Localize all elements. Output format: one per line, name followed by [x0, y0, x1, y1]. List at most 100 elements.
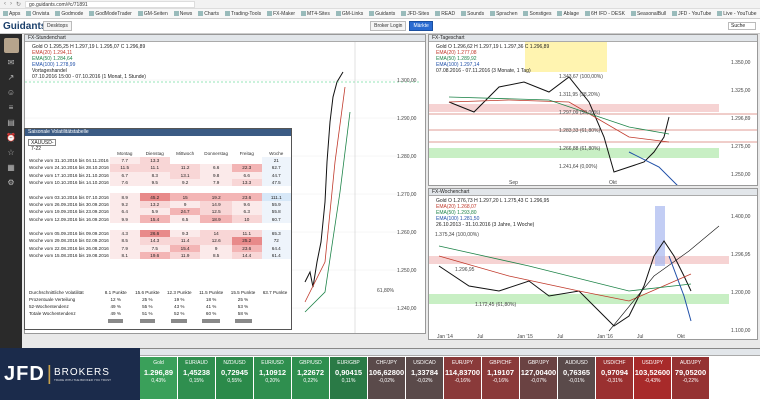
bookmark-item[interactable]: GodModeTrader	[89, 11, 132, 17]
users-icon[interactable]: ☺	[7, 88, 15, 98]
volatility-table-window[interactable]: Saisonale Volatilitätstabelle XAUUSD-7-2…	[24, 128, 292, 330]
stats-cell: 11.5 Punkte	[199, 290, 224, 295]
heatmap-tile[interactable]: USD/JPY 103,52600 -0,43%	[634, 357, 671, 399]
bookmark-item[interactable]: JFD-Sites	[401, 11, 429, 17]
forward-icon[interactable]: ›	[10, 1, 12, 7]
bookmark-item[interactable]: Live - YouTube	[717, 11, 756, 17]
folder-icon	[369, 11, 375, 16]
heatmap-tile[interactable]: EUR/AUD 1,45238 0,15%	[178, 357, 215, 399]
bookmark-item[interactable]: Ablage	[557, 11, 579, 17]
tendency-bar	[108, 318, 124, 323]
folder-icon	[557, 11, 563, 16]
chart-icon[interactable]: ↗	[8, 73, 15, 83]
table-cell: 15.4	[139, 215, 170, 223]
bookmark-item[interactable]: Sounds	[461, 11, 484, 17]
bookmark-item[interactable]: Sprachen	[490, 11, 517, 17]
table-cell: 12.5	[200, 208, 232, 216]
list-icon[interactable]: ≡	[9, 103, 14, 113]
folder-icon	[630, 11, 636, 16]
folder-icon	[335, 11, 341, 16]
heatmap-tile[interactable]: USD/CAD 1,33784 -0,02%	[406, 357, 443, 399]
star-icon[interactable]: ☆	[7, 148, 14, 158]
stats-cell: 8.1 Punkte	[104, 290, 127, 295]
bookmark-item[interactable]: Onvista	[26, 11, 49, 17]
bookmark-item[interactable]: Charts	[198, 11, 219, 17]
table-cell: 12.6	[200, 237, 232, 245]
heatmap-tile[interactable]: USD/CHF 0,97094 -0,31%	[596, 357, 633, 399]
tile-price: 106,62800	[368, 368, 405, 377]
heatmap-tile[interactable]: AUD/JPY 79,05200 -0,22%	[672, 357, 709, 399]
bookmark-label: Charts	[204, 10, 219, 17]
tile-price: 1,45238	[182, 368, 211, 377]
daily-chart-panel[interactable]: FX-Tageschart 1.350,00 1.325,00 1.296,89 1.…	[428, 34, 758, 186]
tile-change: -0,02%	[378, 378, 395, 384]
fib-label: 1.241,64 (0,00%)	[559, 164, 598, 170]
heatmap-tile[interactable]: CHF/JPY 106,62800 -0,02%	[368, 357, 405, 399]
folder-icon	[523, 11, 529, 16]
bookmark-item[interactable]: News	[173, 11, 192, 17]
back-icon[interactable]: ‹	[4, 1, 6, 7]
bookmark-label: Guidants	[375, 10, 396, 17]
stats-label: Durchschnittliche Volatilität	[29, 290, 84, 295]
alarm-icon[interactable]: ⏰	[6, 133, 16, 143]
news-icon[interactable]: ▤	[7, 118, 15, 128]
stats-label: 52-Wochentendenz	[29, 304, 69, 309]
heatmap-tile[interactable]: GBP/USD 1,22672 0,22%	[292, 357, 329, 399]
legend-line: 07.10.2016 15:00 - 07.10.2016 (1 Monat, …	[32, 74, 146, 80]
desktops-button[interactable]: Desktops	[43, 21, 72, 31]
heatmap-tile[interactable]: GBP/CHF 1,19107 -0,16%	[482, 357, 519, 399]
folder-icon	[401, 11, 407, 16]
guidants-logo[interactable]: Guidants	[0, 21, 46, 32]
broker-login-button[interactable]: Broker Login	[370, 21, 407, 31]
table-cell: 9.3	[169, 229, 201, 238]
bookmark-item[interactable]: GM-Seiten	[137, 11, 168, 17]
chat-icon[interactable]: ✉	[8, 58, 15, 68]
table-cell: 11.5	[109, 164, 140, 172]
bookmark-item[interactable]: Trading-Tools	[224, 11, 261, 17]
fib-label: 1.375,34 (100,00%)	[435, 232, 479, 238]
avatar[interactable]	[3, 38, 19, 53]
tile-price: 0,76365	[562, 368, 591, 377]
row-label: Woche vom 15.08.2016 bis 19.08.2016	[29, 253, 109, 258]
table-cell: 26.6	[139, 229, 170, 238]
search-input[interactable]: Suche	[728, 22, 757, 30]
url-field[interactable]: go.guidants.com/#c/71891	[25, 0, 196, 8]
price-axis-label: 1.300,00	[397, 78, 417, 84]
tile-price: 1.296,89	[143, 368, 174, 377]
table-row: Woche vom 05.09.2016 bis 09.09.2016 4.3 26…	[28, 229, 291, 238]
stats-bar-cell	[100, 317, 131, 324]
heatmap-tile[interactable]: NZD/USD 0,72945 0,55%	[216, 357, 253, 399]
heatmap-tile[interactable]: GBP/JPY 127,00400 -0,07%	[520, 357, 557, 399]
calendar-icon[interactable]: ▦	[7, 163, 15, 173]
reload-icon[interactable]: ↻	[16, 1, 21, 8]
heatmap-tile[interactable]: EUR/JPY 114,83700 -0,16%	[444, 357, 481, 399]
bookmark-item[interactable]: Sonstiges	[523, 11, 551, 17]
bookmark-item[interactable]: Godmode	[55, 11, 83, 17]
fib-label: 1.283,33 (61,80%)	[559, 128, 600, 134]
heatmap-tile[interactable]: EUR/USD 1,10912 0,20%	[254, 357, 291, 399]
heatmap-tile[interactable]: EUR/GBP 0,90415 0,11%	[330, 357, 367, 399]
bookmark-item[interactable]: 6H IFD - DESK	[585, 11, 625, 17]
instrument-select[interactable]: XAUUSD-7-22	[28, 139, 56, 152]
volatility-stats: Durchschnittliche Volatilität 8.1 Punkte 1…	[28, 289, 291, 324]
table-row: Woche vom 22.08.2016 bis 26.08.2016 7.9 7.…	[28, 244, 291, 252]
bookmark-item[interactable]: SeasonalBull	[630, 11, 666, 17]
bookmark-item[interactable]: GM-Links	[335, 11, 363, 17]
bookmark-item[interactable]: READ	[435, 11, 455, 17]
tile-price: 0,90415	[334, 368, 363, 377]
markets-button[interactable]: Märkte	[409, 21, 433, 31]
tile-name: AUD/JPY	[679, 360, 702, 366]
heatmap-tile[interactable]: Gold 1.296,89 0,43%	[140, 357, 177, 399]
bookmark-item[interactable]: FX-Maker	[267, 11, 295, 17]
settings-icon[interactable]: ⚙	[7, 178, 14, 188]
weekly-chart-panel[interactable]: FX-Wochenchart 1.400,00 1.296,95 1.200,00 1…	[428, 188, 758, 340]
weekly-highlight-bar	[655, 206, 665, 266]
bookmark-item[interactable]: Guidants	[369, 11, 395, 17]
bookmark-item[interactable]: Apps	[3, 11, 20, 17]
table-cell: 6.6	[200, 164, 232, 172]
bookmark-item[interactable]: JFD - YouTube	[672, 11, 711, 17]
stats-bar-cell	[163, 317, 195, 324]
jfd-separator: |	[46, 362, 52, 385]
heatmap-tile[interactable]: AUD/USD 0,76365 -0,01%	[558, 357, 595, 399]
bookmark-item[interactable]: MT4-Sites	[301, 11, 330, 17]
